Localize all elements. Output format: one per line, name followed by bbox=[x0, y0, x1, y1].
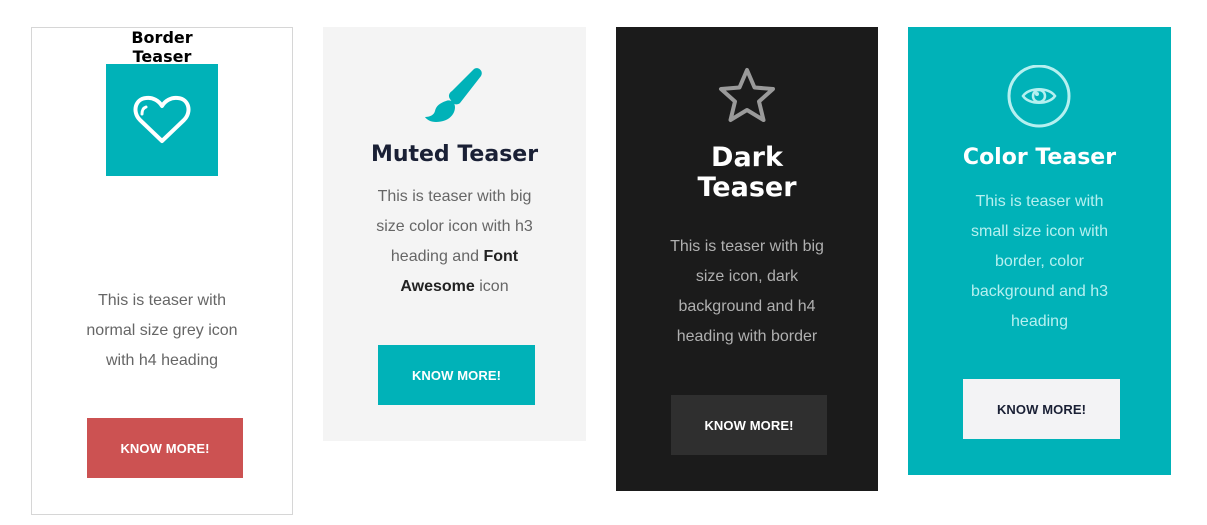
know-more-button[interactable]: KNOW MORE! bbox=[963, 379, 1120, 439]
know-more-button[interactable]: KNOW MORE! bbox=[378, 345, 535, 405]
card-heading: Dark Teaser bbox=[616, 143, 878, 203]
card-heading: Muted Teaser bbox=[370, 142, 539, 167]
card-heading: Color Teaser bbox=[962, 145, 1117, 170]
card-text: This is teaser with small size icon with… bbox=[971, 193, 1108, 330]
heading-line-1: Border bbox=[131, 28, 193, 47]
know-more-button[interactable]: KNOW MORE! bbox=[87, 418, 243, 478]
paint-brush-icon bbox=[422, 65, 486, 129]
card-heading: Border Teaser bbox=[32, 28, 292, 66]
border-teaser-card: Border Teaser This is teaser with normal… bbox=[31, 27, 293, 515]
dark-teaser-card: Dark Teaser This is teaser with big size… bbox=[616, 27, 878, 491]
card-text: This is teaser with big size color icon … bbox=[363, 182, 546, 302]
heading-line-1: Dark bbox=[711, 142, 783, 173]
heading-line-2: Teaser bbox=[697, 172, 797, 203]
star-icon bbox=[715, 65, 779, 129]
card-text: This is teaser with normal size grey ico… bbox=[86, 292, 238, 369]
muted-teaser-card: Muted Teaser This is teaser with big siz… bbox=[323, 27, 586, 441]
color-teaser-card: Color Teaser This is teaser with small s… bbox=[908, 27, 1171, 475]
heart-icon bbox=[106, 64, 218, 176]
card-text: This is teaser with big size icon, dark … bbox=[670, 238, 824, 345]
text-part: icon bbox=[474, 278, 509, 295]
eye-icon bbox=[1007, 64, 1071, 129]
know-more-button[interactable]: KNOW MORE! bbox=[671, 395, 827, 455]
